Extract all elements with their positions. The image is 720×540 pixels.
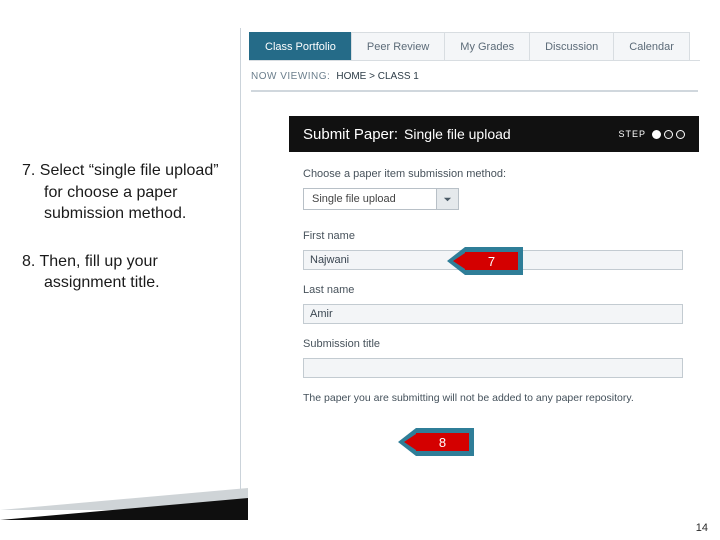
- last-name-group: Last name: [303, 284, 685, 324]
- step-dot-1: [652, 130, 661, 139]
- page-title-lead: Submit Paper:: [303, 126, 398, 143]
- step-dot-2: [664, 130, 673, 139]
- repository-note: The paper you are submitting will not be…: [303, 392, 685, 404]
- method-select-row: Single file upload: [303, 188, 685, 210]
- tab-calendar[interactable]: Calendar: [613, 32, 690, 60]
- chevron-down-icon: [443, 195, 452, 204]
- tab-my-grades[interactable]: My Grades: [444, 32, 530, 60]
- callout-label-7: 7: [465, 247, 523, 275]
- first-name-label: First name: [303, 230, 685, 242]
- callout-arrow-8: 8: [398, 428, 474, 456]
- submission-title-group: Submission title: [303, 338, 685, 378]
- tab-bar: Class Portfolio Peer Review My Grades Di…: [249, 28, 700, 61]
- decorative-wedge: [0, 484, 248, 520]
- step-dots: [652, 130, 685, 139]
- instruction-step-7: 7. Select “single file upload” for choos…: [12, 160, 237, 225]
- arrow-left-icon: [447, 247, 465, 275]
- last-name-label: Last name: [303, 284, 685, 296]
- callout-arrow-7: 7: [447, 247, 523, 275]
- callout-label-8: 8: [416, 428, 474, 456]
- tab-discussion[interactable]: Discussion: [529, 32, 614, 60]
- submission-form: Choose a paper item submission method: S…: [289, 152, 699, 404]
- arrow-left-icon: [398, 428, 416, 456]
- instruction-step-8: 8. Then, fill up your assignment title.: [12, 251, 237, 294]
- page-number: 14: [696, 522, 708, 534]
- method-label: Choose a paper item submission method:: [303, 168, 685, 180]
- page-title-bar: Submit Paper: Single file upload STEP: [289, 116, 699, 152]
- submission-title-label: Submission title: [303, 338, 685, 350]
- breadcrumb-path: HOME > CLASS 1: [336, 71, 419, 82]
- last-name-field[interactable]: [303, 304, 683, 324]
- page-title-sub: Single file upload: [404, 126, 511, 142]
- step-indicator: STEP: [618, 129, 685, 139]
- step-dot-3: [676, 130, 685, 139]
- instructions-panel: 7. Select “single file upload” for choos…: [12, 160, 237, 320]
- tab-class-portfolio[interactable]: Class Portfolio: [249, 32, 352, 60]
- breadcrumb: NOW VIEWING: HOME > CLASS 1: [251, 71, 698, 92]
- step-label: STEP: [618, 129, 646, 139]
- method-select-button[interactable]: [436, 189, 458, 209]
- page-title: Submit Paper: Single file upload: [303, 126, 511, 143]
- tab-peer-review[interactable]: Peer Review: [351, 32, 445, 60]
- submission-title-field[interactable]: [303, 358, 683, 378]
- method-select[interactable]: Single file upload: [303, 188, 459, 210]
- method-select-value: Single file upload: [312, 193, 436, 205]
- breadcrumb-label: NOW VIEWING:: [251, 71, 330, 82]
